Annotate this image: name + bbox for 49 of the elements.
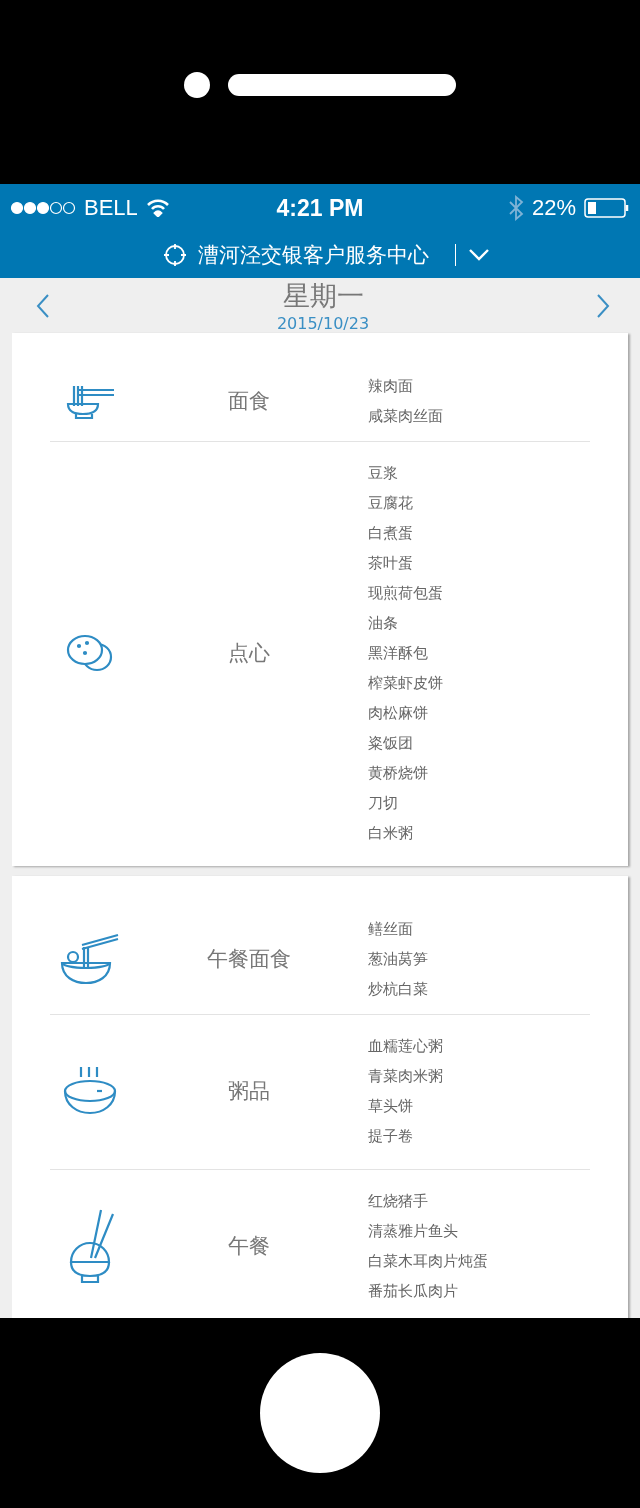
soup-bowl-icon (63, 1065, 117, 1117)
dish-name: 咸菜肉丝面 (368, 406, 443, 427)
dish-name: 粢饭团 (368, 733, 414, 754)
dish-name: 鳝丝面 (368, 919, 414, 940)
dish-name: 葱油莴笋 (368, 949, 428, 970)
dish-name: 榨菜虾皮饼 (368, 673, 443, 694)
dish-name: 青菜肉米粥 (368, 1066, 443, 1087)
battery-icon (584, 198, 630, 218)
dish-name: 草头饼 (368, 1096, 414, 1117)
dish-name: 豆腐花 (368, 493, 414, 514)
dish-name: 白煮蛋 (368, 523, 414, 544)
category-name: 粥品 (228, 1078, 270, 1105)
signal-icon (10, 201, 76, 215)
dish-name: 红烧猪手 (368, 1191, 429, 1212)
category-name: 午餐 (228, 1233, 270, 1260)
menu-date: 2015/10/23 (276, 314, 370, 333)
dish-name: 番茄长瓜肉片 (368, 1281, 459, 1302)
battery-percent: 22% (531, 195, 576, 221)
bluetooth-icon (507, 195, 524, 221)
dish-name: 肉松麻饼 (368, 703, 429, 724)
category-name: 面食 (228, 388, 270, 415)
target-icon (163, 244, 186, 266)
dish-name: 白米粥 (368, 823, 414, 844)
dish-name: 茶叶蛋 (368, 553, 414, 574)
category-name: 点心 (228, 640, 270, 667)
dish-name: 黄桥烧饼 (368, 763, 429, 784)
dish-name: 辣肉面 (368, 376, 414, 397)
dish-name: 刀切 (368, 793, 399, 814)
previous-day-icon[interactable] (36, 292, 50, 319)
dish-name: 现煎荷包蛋 (368, 583, 443, 604)
chevron-down-icon[interactable] (468, 248, 491, 262)
dish-name: 炒杭白菜 (368, 979, 428, 1000)
weekday: 星期一 (282, 279, 364, 313)
dish-name: 黑洋酥包 (368, 643, 429, 664)
dish-name: 豆浆 (368, 463, 399, 484)
carrier-name: BELL (84, 195, 138, 221)
dish-name: 清蒸雅片鱼头 (368, 1221, 459, 1242)
location-title: 漕河泾交银客户服务中心 (197, 242, 429, 269)
wifi-icon (145, 199, 170, 217)
dish-name: 油条 (368, 613, 399, 634)
dish-name: 白菜木耳肉片炖蛋 (368, 1251, 488, 1272)
noodle-bowl-icon (60, 931, 120, 987)
cookies-icon (65, 633, 115, 673)
clock-time: 4:21 PM (276, 194, 364, 222)
dish-name: 血糯莲心粥 (368, 1036, 443, 1057)
dish-name: 提子卷 (368, 1126, 414, 1147)
next-day-icon[interactable] (596, 292, 610, 319)
camera (184, 71, 210, 98)
category-name: 午餐面食 (207, 946, 291, 973)
